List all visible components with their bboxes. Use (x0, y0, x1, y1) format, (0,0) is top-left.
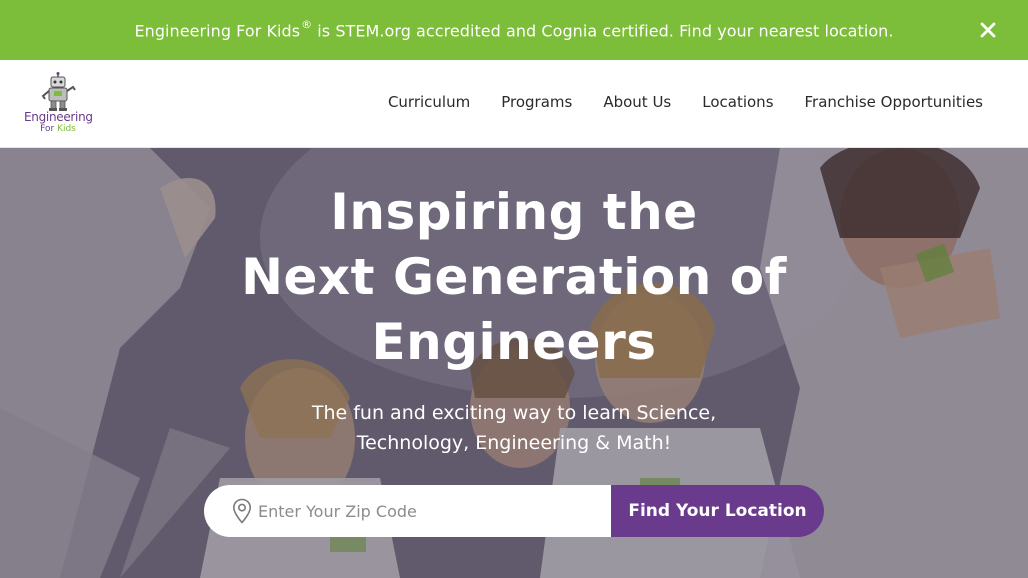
hero-title-line: Next Generation of (241, 248, 787, 306)
registered-mark: ® (301, 17, 313, 31)
nav-item-programs[interactable]: Programs (501, 93, 572, 111)
logo-tagline: For Kids (24, 124, 92, 134)
hero-subtitle-line: Technology, Engineering & Math! (356, 432, 672, 454)
find-location-button[interactable]: Find Your Location (611, 485, 824, 537)
close-icon[interactable] (978, 20, 998, 40)
main-nav: Curriculum Programs About Us Locations F… (388, 93, 983, 111)
announcement-bar: Engineering For Kids® is STEM.org accred… (0, 0, 1028, 60)
site-logo[interactable]: Engineering For Kids (24, 72, 94, 138)
site-header: Engineering For Kids Curriculum Programs… (0, 60, 1028, 148)
logo-kids: Kids (57, 124, 76, 134)
announcement-brand: Engineering For Kids (134, 21, 301, 41)
zip-search-field (204, 485, 611, 537)
location-pin-icon (232, 498, 252, 524)
announcement-message: is STEM.org accredited and Cognia certif… (312, 21, 894, 41)
robot-mascot-icon (41, 72, 76, 111)
zip-search-form: Find Your Location (204, 485, 824, 537)
hero-subtitle-line: The fun and exciting way to learn Scienc… (311, 402, 717, 424)
hero-subtitle: The fun and exciting way to learn Scienc… (264, 398, 764, 458)
logo-for: For (40, 124, 58, 134)
announcement-text[interactable]: Engineering For Kids® is STEM.org accred… (134, 17, 894, 41)
hero-title: Inspiring the Next Generation of Enginee… (214, 180, 814, 375)
logo-wordmark: Engineering (24, 110, 93, 124)
nav-item-about-us[interactable]: About Us (603, 93, 671, 111)
hero-section: Inspiring the Next Generation of Enginee… (0, 148, 1028, 578)
zip-code-input[interactable] (258, 485, 598, 537)
nav-item-curriculum[interactable]: Curriculum (388, 93, 470, 111)
hero-title-line: Inspiring the (330, 183, 698, 241)
hero-title-line: Engineers (371, 313, 657, 371)
nav-item-locations[interactable]: Locations (702, 93, 773, 111)
nav-item-franchise-opportunities[interactable]: Franchise Opportunities (805, 93, 983, 111)
